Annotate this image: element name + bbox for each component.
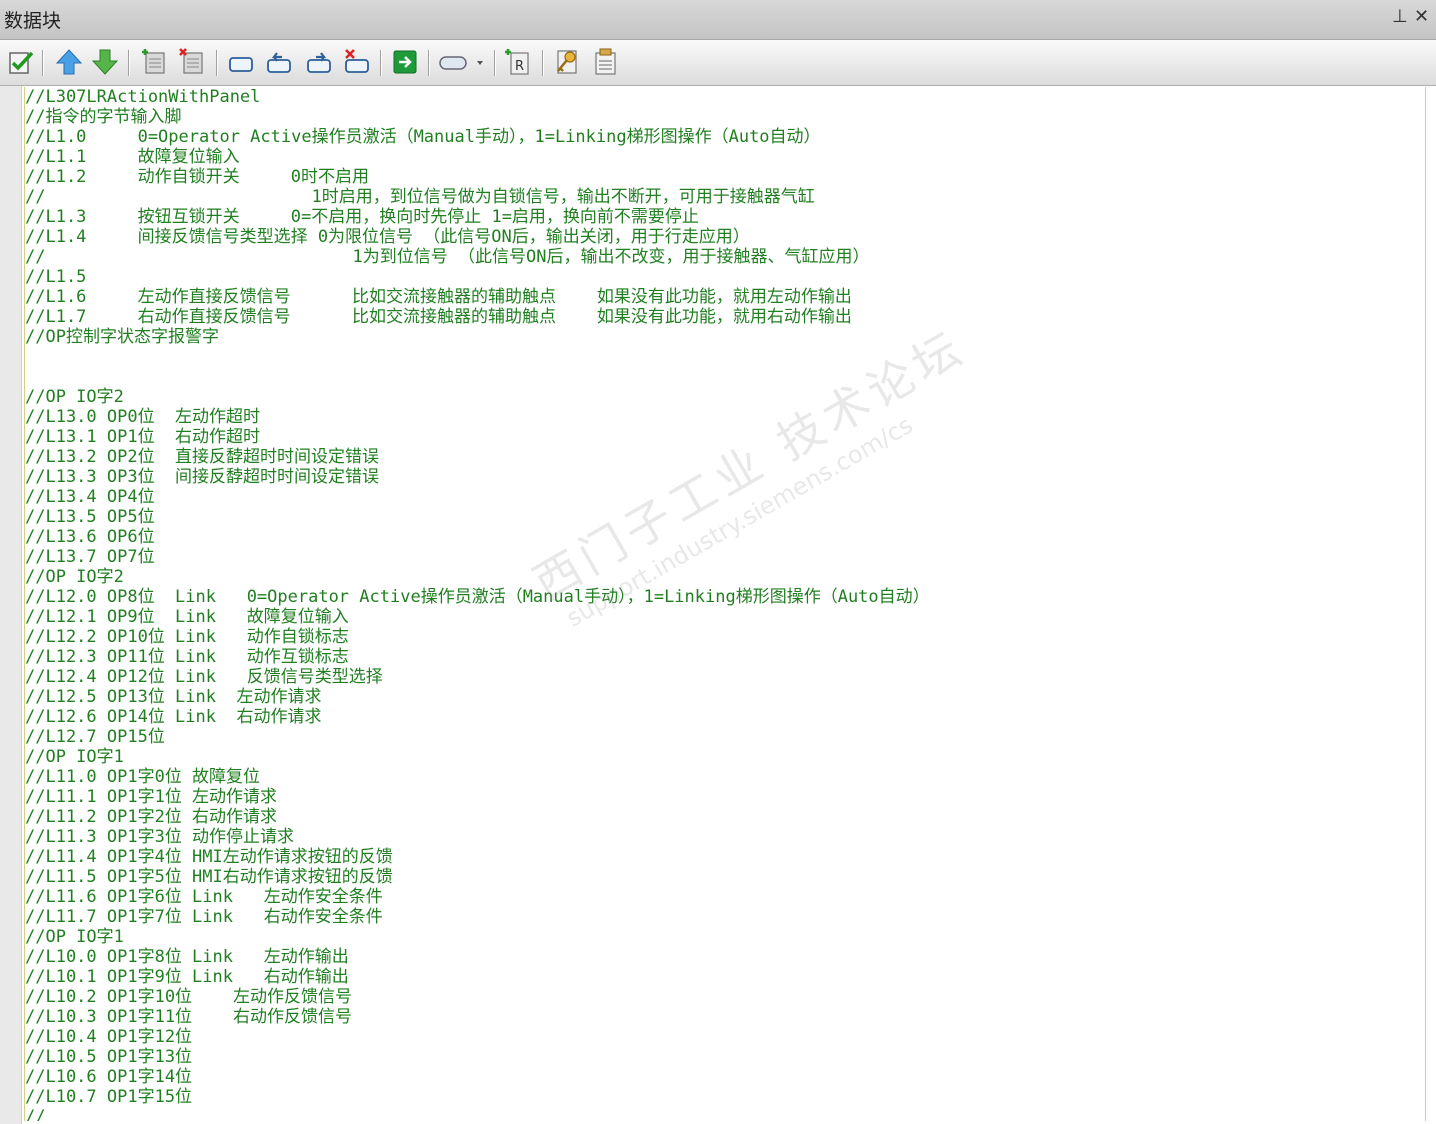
reference-icon[interactable]: R (504, 47, 534, 77)
code-line[interactable]: //L1.2 动作自锁开关 0时不启用 (25, 167, 1425, 187)
properties-icon[interactable] (590, 47, 620, 77)
delete-block-icon[interactable] (178, 47, 208, 77)
window-title-bar: 数据块 ⊥ ✕ (0, 0, 1436, 40)
code-line[interactable]: //L12.5 OP13位 Link 左动作请求 (25, 687, 1425, 707)
code-line[interactable]: //L10.1 OP1字9位 Link 右动作输出 (25, 967, 1425, 987)
toolbar-separator (428, 50, 429, 76)
comment-icon[interactable] (438, 47, 488, 77)
code-line[interactable]: //L12.4 OP12位 Link 反馈信号类型选择 (25, 667, 1425, 687)
code-line[interactable]: //L11.3 OP1字3位 动作停止请求 (25, 827, 1425, 847)
check-icon[interactable] (6, 47, 36, 77)
code-line[interactable]: //L1.7 右动作直接反馈信号 比如交流接触器的辅助触点 如果没有此功能，就用… (25, 307, 1425, 327)
code-line[interactable]: // 1时启用，到位信号做为自锁信号，输出不断开，可用于接触器气缸 (25, 187, 1425, 207)
code-line[interactable]: //L12.2 OP10位 Link 动作自锁标志 (25, 627, 1425, 647)
code-line[interactable]: //L10.2 OP1字10位 左动作反馈信号 (25, 987, 1425, 1007)
key-icon[interactable] (552, 47, 582, 77)
code-line[interactable]: //OP IO字2 (25, 387, 1425, 407)
code-line[interactable]: //L13.0 OP0位 左动作超时 (25, 407, 1425, 427)
rectangle-icon[interactable] (226, 47, 256, 77)
code-line[interactable]: //指令的字节输入脚 (25, 107, 1425, 127)
code-line[interactable]: //L1.1 故障复位输入 (25, 147, 1425, 167)
code-line[interactable]: //L12.7 OP15位 (25, 727, 1425, 747)
code-line[interactable]: //L12.3 OP11位 Link 动作互锁标志 (25, 647, 1425, 667)
toolbar: R (0, 40, 1436, 86)
code-line[interactable]: //L13.1 OP1位 右动作超时 (25, 427, 1425, 447)
toolbar-separator (42, 50, 43, 76)
redo-icon[interactable] (304, 47, 334, 77)
code-line[interactable]: //L10.3 OP1字11位 右动作反馈信号 (25, 1007, 1425, 1027)
code-editor[interactable]: //L307LRActionWithPanel//指令的字节输入脚//L1.0 … (0, 86, 1436, 1124)
insert-block-icon[interactable] (140, 47, 170, 77)
pin-icon[interactable]: ⊥ (1392, 6, 1408, 27)
down-arrow-icon[interactable] (90, 47, 120, 77)
toolbar-separator (542, 50, 543, 76)
toolbar-separator (216, 50, 217, 76)
code-line[interactable]: //L12.0 OP8位 Link 0=Operator Active操作员激活… (25, 587, 1425, 607)
code-line[interactable]: //L11.0 OP1字0位 故障复位 (25, 767, 1425, 787)
code-line[interactable]: //L10.6 OP1字14位 (25, 1067, 1425, 1087)
code-line[interactable] (25, 367, 1425, 387)
code-line[interactable]: //L11.7 OP1字7位 Link 右动作安全条件 (25, 907, 1425, 927)
code-line[interactable]: //L12.6 OP14位 Link 右动作请求 (25, 707, 1425, 727)
code-line[interactable]: //OP控制字状态字报警字 (25, 327, 1425, 347)
code-line[interactable] (25, 347, 1425, 367)
code-line[interactable]: //L1.3 按钮互锁开关 0=不启用，换向时先停止 1=启用，换向前不需要停止 (25, 207, 1425, 227)
delete-network-icon[interactable] (342, 47, 372, 77)
code-line[interactable]: //L13.2 OP2位 直接反馞超时时间设定错误 (25, 447, 1425, 467)
goto-icon[interactable] (390, 47, 420, 77)
code-line[interactable]: //OP IO字2 (25, 567, 1425, 587)
up-arrow-icon[interactable] (54, 47, 84, 77)
code-text-area[interactable]: //L307LRActionWithPanel//指令的字节输入脚//L1.0 … (24, 87, 1426, 1121)
code-line[interactable]: //L13.6 OP6位 (25, 527, 1425, 547)
code-line[interactable]: //L10.0 OP1字8位 Link 左动作输出 (25, 947, 1425, 967)
code-line[interactable]: //L10.4 OP1字12位 (25, 1027, 1425, 1047)
toolbar-separator (380, 50, 381, 76)
editor-gutter (0, 86, 22, 1124)
code-line[interactable]: //L1.6 左动作直接反馈信号 比如交流接触器的辅助触点 如果没有此功能，就用… (25, 287, 1425, 307)
code-line[interactable]: //L11.6 OP1字6位 Link 左动作安全条件 (25, 887, 1425, 907)
code-line[interactable]: //L10.5 OP1字13位 (25, 1047, 1425, 1067)
code-line[interactable]: //L13.4 OP4位 (25, 487, 1425, 507)
close-icon[interactable]: ✕ (1414, 6, 1429, 27)
code-line[interactable]: //L307LRActionWithPanel (25, 87, 1425, 107)
code-line[interactable]: //L1.0 0=Operator Active操作员激活（Manual手动），… (25, 127, 1425, 147)
code-line[interactable]: // 1为到位信号 （此信号ON后，输出不改变，用于接触器、气缸应用） (25, 247, 1425, 267)
code-line[interactable]: //L13.7 OP7位 (25, 547, 1425, 567)
window-title: 数据块 (4, 10, 62, 32)
code-line[interactable]: //L11.2 OP1字2位 右动作请求 (25, 807, 1425, 827)
code-line[interactable]: //L11.5 OP1字5位 HMI右动作请求按钮的反馈 (25, 867, 1425, 887)
code-line[interactable]: //L13.3 OP3位 间接反馞超时时间设定错误 (25, 467, 1425, 487)
code-line[interactable]: //L11.4 OP1字4位 HMI左动作请求按钮的反馈 (25, 847, 1425, 867)
code-line[interactable]: //L1.5 (25, 267, 1425, 287)
code-line[interactable]: //L12.1 OP9位 Link 故障复位输入 (25, 607, 1425, 627)
toolbar-separator (128, 50, 129, 76)
code-line[interactable]: //L10.7 OP1字15位 (25, 1087, 1425, 1107)
code-line[interactable]: //L1.4 间接反馈信号类型选择 0为限位信号 （此信号ON后，输出关闭，用于… (25, 227, 1425, 247)
code-line[interactable]: //OP IO字1 (25, 747, 1425, 767)
code-line[interactable]: //L11.1 OP1字1位 左动作请求 (25, 787, 1425, 807)
code-line[interactable]: //L13.5 OP5位 (25, 507, 1425, 527)
code-line[interactable]: //OP IO字1 (25, 927, 1425, 947)
code-line[interactable]: // (25, 1107, 1425, 1121)
toolbar-separator (494, 50, 495, 76)
undo-icon[interactable] (264, 47, 294, 77)
svg-text:R: R (515, 59, 524, 74)
